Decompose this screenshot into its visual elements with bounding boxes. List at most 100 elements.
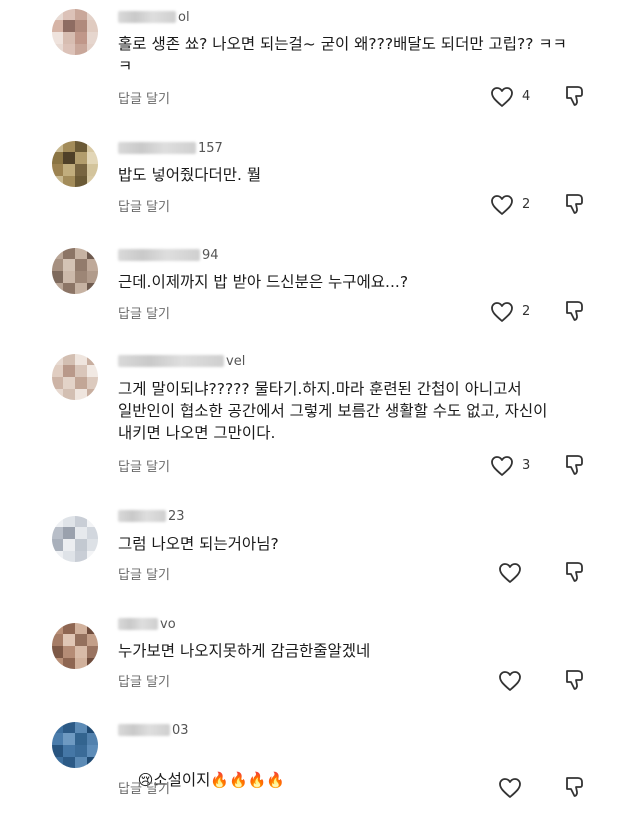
avatar-pixel — [63, 164, 75, 176]
avatar-pixel — [52, 658, 63, 669]
avatar[interactable] — [52, 248, 98, 294]
blurred-username — [118, 11, 176, 23]
avatar-pixel — [75, 271, 87, 283]
avatar-pixel — [87, 658, 98, 669]
avatar-pixel — [75, 32, 87, 44]
avatar-pixel — [63, 389, 75, 400]
avatar-pixel — [87, 377, 98, 389]
avatar-pixel — [52, 152, 63, 164]
avatar-pixel — [87, 745, 98, 757]
thumbs-down-icon[interactable] — [563, 299, 587, 323]
reply-button[interactable]: 답글 달기 — [118, 778, 170, 797]
reply-button[interactable]: 답글 달기 — [118, 88, 170, 107]
thumbs-down-icon[interactable] — [563, 560, 587, 584]
avatar-pixel — [63, 646, 75, 658]
avatar-pixel — [52, 32, 63, 44]
avatar-pixel — [75, 20, 87, 32]
avatar-pixel — [52, 551, 63, 562]
avatar-pixel — [63, 32, 75, 44]
avatar-pixel — [87, 389, 98, 400]
avatar-pixel — [52, 9, 63, 20]
reply-button[interactable]: 답글 달기 — [118, 564, 170, 583]
avatar-pixel — [87, 539, 98, 551]
avatar[interactable] — [52, 722, 98, 768]
username[interactable]: vo — [118, 616, 176, 632]
avatar-pixel — [52, 757, 63, 768]
avatar-pixel — [52, 248, 63, 259]
username[interactable]: 03 — [118, 722, 189, 738]
username[interactable]: 23 — [118, 508, 185, 524]
avatar-pixel — [75, 634, 87, 646]
thumbs-down-icon[interactable] — [563, 668, 587, 692]
avatar-pixel — [87, 164, 98, 176]
avatar-pixel — [75, 745, 87, 757]
avatar-pixel — [52, 20, 63, 32]
avatar-pixel — [87, 32, 98, 44]
avatar-pixel — [63, 44, 75, 55]
heart-icon[interactable] — [490, 455, 514, 477]
avatar-pixel — [52, 745, 63, 757]
username[interactable]: 94 — [118, 247, 219, 263]
fire-emoji: 🔥🔥🔥🔥 — [210, 771, 286, 789]
avatar-pixel — [87, 527, 98, 539]
avatar[interactable] — [52, 354, 98, 400]
thumbs-down-icon[interactable] — [563, 775, 587, 799]
avatar-pixel — [52, 377, 63, 389]
avatar-pixel — [52, 634, 63, 646]
username[interactable]: 157 — [118, 140, 223, 156]
avatar[interactable] — [52, 516, 98, 562]
reply-button[interactable]: 답글 달기 — [118, 456, 170, 475]
avatar-pixel — [75, 176, 87, 187]
avatar-pixel — [52, 259, 63, 271]
avatar-pixel — [75, 516, 87, 527]
heart-icon[interactable] — [490, 86, 514, 108]
avatar-pixel — [75, 539, 87, 551]
heart-icon[interactable] — [490, 194, 514, 216]
username-suffix: vo — [160, 616, 176, 632]
avatar-pixel — [87, 757, 98, 768]
avatar-pixel — [63, 259, 75, 271]
avatar-pixel — [63, 152, 75, 164]
avatar[interactable] — [52, 9, 98, 55]
avatar-pixel — [75, 757, 87, 768]
avatar-pixel — [63, 248, 75, 259]
avatar-pixel — [87, 551, 98, 562]
avatar-pixel — [75, 623, 87, 634]
avatar-pixel — [63, 271, 75, 283]
avatar-pixel — [52, 623, 63, 634]
reply-button[interactable]: 답글 달기 — [118, 196, 170, 215]
avatar[interactable] — [52, 623, 98, 669]
username[interactable]: vel — [118, 353, 245, 369]
avatar-pixel — [75, 646, 87, 658]
username-suffix: 03 — [172, 722, 189, 738]
avatar-pixel — [87, 248, 98, 259]
avatar-pixel — [63, 365, 75, 377]
heart-icon[interactable] — [498, 670, 522, 692]
avatar-pixel — [63, 634, 75, 646]
avatar-pixel — [52, 164, 63, 176]
avatar-pixel — [52, 141, 63, 152]
avatar-pixel — [87, 283, 98, 294]
reply-button[interactable]: 답글 달기 — [118, 303, 170, 322]
avatar-pixel — [75, 259, 87, 271]
username-suffix: ol — [178, 9, 190, 25]
avatar-pixel — [63, 141, 75, 152]
avatar-pixel — [87, 9, 98, 20]
username[interactable]: ol — [118, 9, 190, 25]
avatar-pixel — [63, 20, 75, 32]
avatar[interactable] — [52, 141, 98, 187]
avatar-pixel — [63, 722, 75, 733]
thumbs-down-icon[interactable] — [563, 84, 587, 108]
username-suffix: 94 — [202, 247, 219, 263]
heart-icon[interactable] — [498, 777, 522, 799]
avatar-pixel — [52, 389, 63, 400]
reply-button[interactable]: 답글 달기 — [118, 671, 170, 690]
comment-text: 누가보면 나오지못하게 감금한줄알겠네 — [118, 642, 371, 660]
thumbs-down-icon[interactable] — [563, 192, 587, 216]
thumbs-down-icon[interactable] — [563, 453, 587, 477]
blurred-username — [118, 618, 158, 630]
heart-icon[interactable] — [490, 301, 514, 323]
avatar-pixel — [63, 9, 75, 20]
heart-icon[interactable] — [498, 562, 522, 584]
avatar-pixel — [87, 623, 98, 634]
